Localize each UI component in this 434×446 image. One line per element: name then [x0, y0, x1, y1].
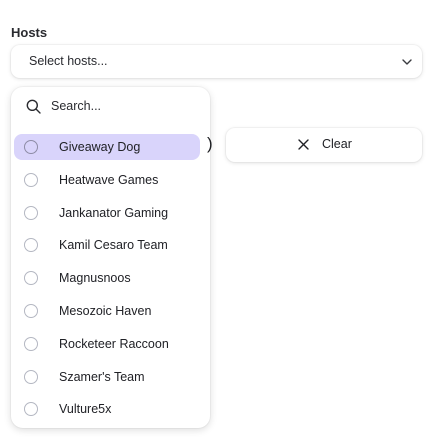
option-szamers-team[interactable]: Szamer's Team [11, 364, 197, 390]
hosts-dropdown-menu: Search... Giveaway Dog Heatwave Games Ja… [11, 87, 210, 428]
radio-unchecked-icon [24, 173, 38, 187]
radio-unchecked-icon [24, 304, 38, 318]
radio-unchecked-icon [24, 140, 38, 154]
hosts-select-placeholder: Select hosts... [29, 54, 108, 68]
option-label: Kamil Cesaro Team [59, 238, 168, 252]
radio-unchecked-icon [24, 238, 38, 252]
option-kamil-cesaro-team[interactable]: Kamil Cesaro Team [11, 232, 197, 258]
chevron-down-icon [402, 59, 412, 65]
radio-unchecked-icon [24, 271, 38, 285]
option-label: Heatwave Games [59, 173, 159, 187]
option-label: Mesozoic Haven [59, 304, 152, 318]
clear-button-label: Clear [322, 137, 352, 151]
option-label: Vulture5x [59, 402, 112, 416]
stray-text: ) [207, 134, 213, 153]
option-label: Giveaway Dog [59, 140, 141, 154]
hosts-select[interactable]: Select hosts... [11, 45, 422, 78]
option-mesozoic-haven[interactable]: Mesozoic Haven [11, 298, 197, 324]
option-rocketeer-raccoon[interactable]: Rocketeer Raccoon [11, 331, 197, 357]
option-label: Szamer's Team [59, 370, 145, 384]
option-label: Magnusnoos [59, 271, 131, 285]
option-label: Jankanator Gaming [59, 206, 169, 220]
search-input[interactable]: Search... [11, 87, 210, 125]
option-label: Rocketeer Raccoon [59, 337, 169, 351]
option-magnusnoos[interactable]: Magnusnoos [11, 265, 197, 291]
search-placeholder: Search... [51, 99, 102, 113]
hosts-label: Hosts [11, 25, 48, 40]
search-icon [26, 99, 41, 114]
option-heatwave-games[interactable]: Heatwave Games [11, 167, 197, 193]
option-jankanator-gaming[interactable]: Jankanator Gaming [11, 200, 197, 226]
radio-unchecked-icon [24, 206, 38, 220]
radio-unchecked-icon [24, 370, 38, 384]
radio-unchecked-icon [24, 402, 38, 416]
option-vulture5x[interactable]: Vulture5x [11, 396, 197, 422]
clear-button[interactable]: Clear [226, 128, 422, 162]
close-icon [298, 139, 309, 150]
radio-unchecked-icon [24, 337, 38, 351]
option-giveaway-dog[interactable]: Giveaway Dog [14, 134, 200, 160]
